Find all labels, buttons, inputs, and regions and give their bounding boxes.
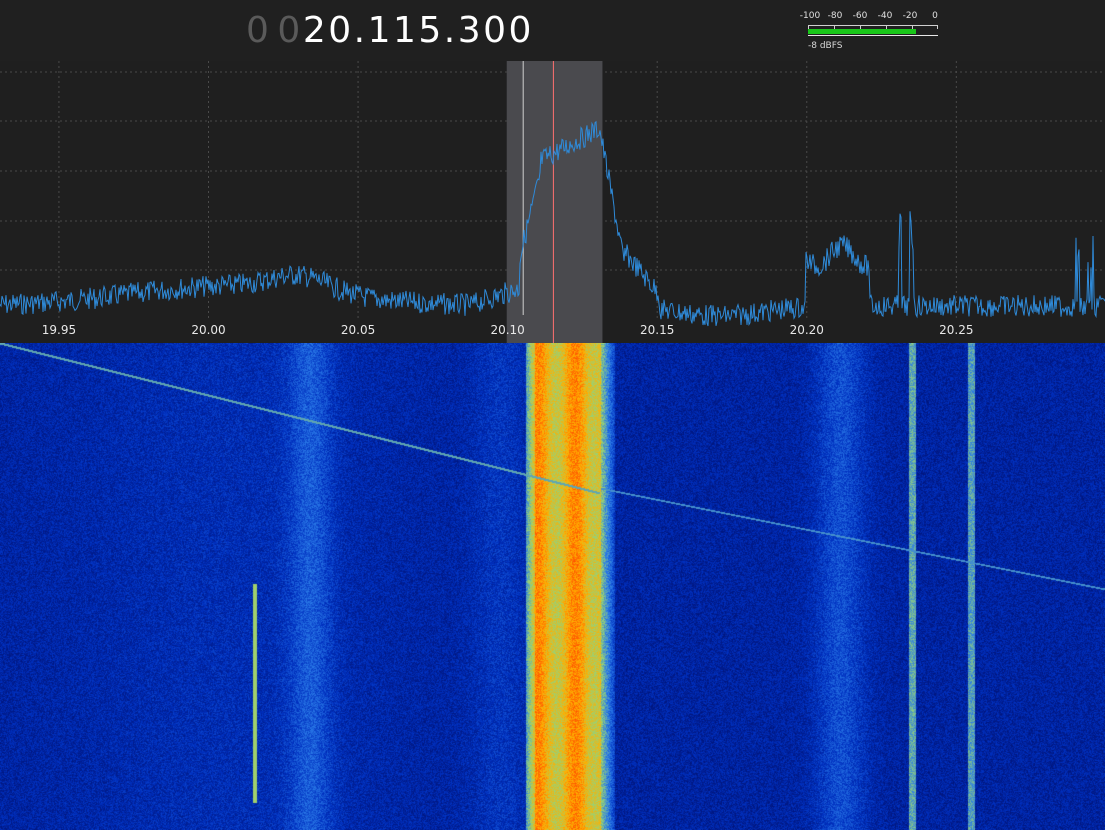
top-bar: 0 0 20.115.300 -100 -80 -60 -40 -20 0 -8… (0, 0, 1105, 61)
frequency-tick-label: 20.15 (640, 323, 674, 337)
spectrum-svg: 19.95 20.00 20.05 20.10 20.15 20.20 20.25 (0, 61, 1105, 343)
frequency-digit-dim[interactable]: 0 (246, 9, 271, 53)
frequency-tick-label: 20.20 (790, 323, 824, 337)
meter-level-bar (808, 29, 916, 34)
passband-filter[interactable] (506, 61, 603, 343)
meter-scale-label: -60 (852, 11, 868, 21)
frequency-digits[interactable]: 20.115.300 (303, 9, 534, 53)
meter-scale-label: -100 (799, 11, 821, 21)
frequency-tick-label: 20.05 (341, 323, 375, 337)
meter-scale-line (808, 25, 938, 26)
frequency-tick-label: 20.10 (490, 323, 524, 337)
frequency-tick-label: 20.25 (939, 323, 973, 337)
meter-readout: -8 dBFS (808, 41, 843, 51)
meter-scale-label: -40 (877, 11, 893, 21)
frequency-digit-dim[interactable]: 0 (277, 9, 302, 53)
waterfall-canvas (0, 343, 1105, 830)
frequency-tick-label: 19.95 (42, 323, 76, 337)
waterfall-display[interactable] (0, 343, 1105, 830)
meter-baseline (808, 35, 938, 36)
spectrum-plot[interactable]: 19.95 20.00 20.05 20.10 20.15 20.20 20.25 (0, 61, 1105, 343)
frequency-display[interactable]: 0 0 20.115.300 (246, 9, 534, 53)
meter-tick (937, 25, 938, 29)
frequency-tick-label: 20.00 (191, 323, 225, 337)
meter-scale-label: -20 (902, 11, 918, 21)
meter-scale-label: 0 (932, 11, 938, 21)
meter-scale-label: -80 (827, 11, 843, 21)
frequency-axis[interactable]: 19.95 20.00 20.05 20.10 20.15 20.20 20.25 (42, 323, 974, 337)
signal-level-meter: -100 -80 -60 -40 -20 0 -8 dBFS (800, 11, 940, 56)
